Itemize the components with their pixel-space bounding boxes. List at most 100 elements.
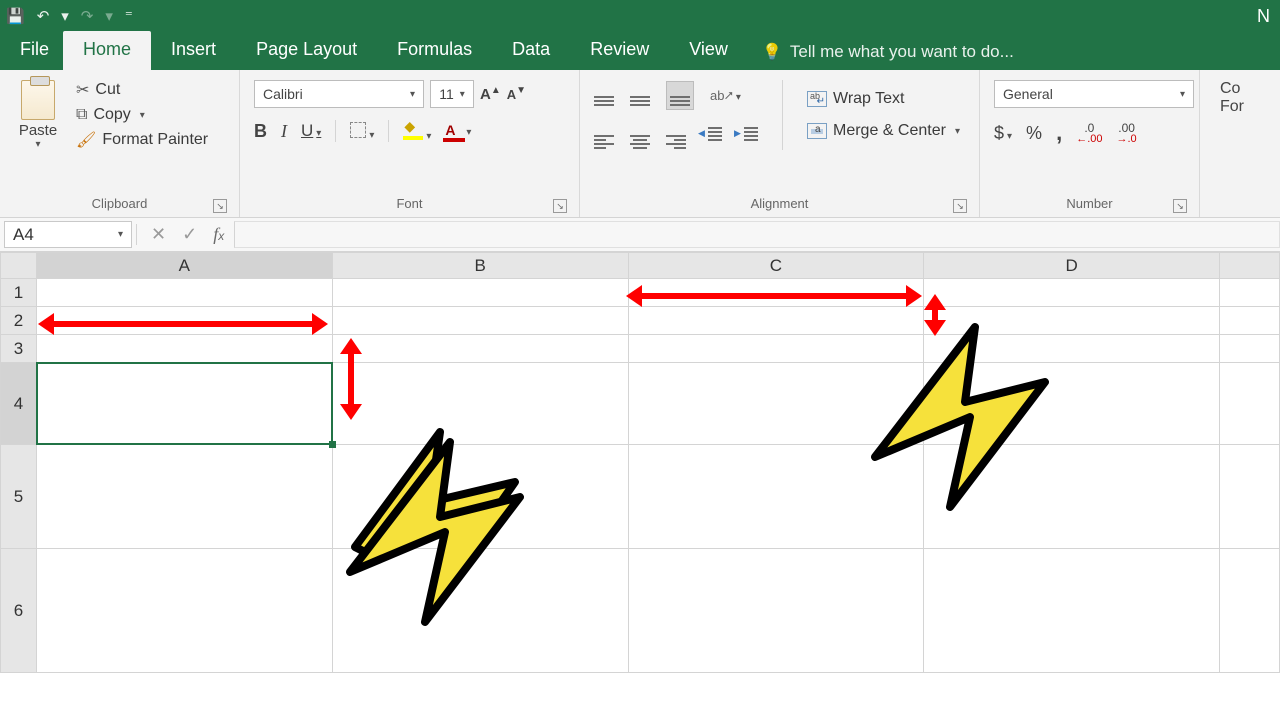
align-center-button[interactable] bbox=[630, 124, 650, 149]
column-header-d[interactable]: D bbox=[924, 253, 1220, 279]
percent-format-button[interactable]: % bbox=[1026, 123, 1042, 144]
clipboard-dialog-launcher-icon[interactable]: ↘ bbox=[213, 199, 227, 213]
tab-insert[interactable]: Insert bbox=[151, 31, 236, 70]
font-color-button[interactable]: A bbox=[445, 122, 471, 140]
name-box[interactable]: A4▾ bbox=[4, 221, 132, 248]
cell-c6[interactable] bbox=[628, 549, 924, 673]
formula-input[interactable] bbox=[234, 221, 1280, 248]
increase-font-size-button[interactable]: A▲ bbox=[480, 86, 501, 103]
borders-button[interactable] bbox=[350, 122, 374, 141]
format-painter-button[interactable]: 🖌Format Painter bbox=[76, 130, 208, 150]
align-right-button[interactable] bbox=[666, 124, 686, 149]
decrease-indent-icon bbox=[702, 127, 722, 143]
cell-c2[interactable] bbox=[628, 307, 924, 335]
customize-qat-icon[interactable]: ⁼ bbox=[125, 7, 133, 25]
tab-review[interactable]: Review bbox=[570, 31, 669, 70]
cell-a1[interactable] bbox=[36, 279, 332, 307]
alignment-dialog-launcher-icon[interactable]: ↘ bbox=[953, 199, 967, 213]
font-dialog-launcher-icon[interactable]: ↘ bbox=[553, 199, 567, 213]
row-header-3[interactable]: 3 bbox=[1, 335, 37, 363]
cancel-formula-icon[interactable]: ✕ bbox=[151, 224, 166, 245]
font-size-combo[interactable]: 11▾ bbox=[430, 80, 474, 108]
comma-format-button[interactable]: , bbox=[1056, 120, 1062, 146]
cell-b6[interactable] bbox=[332, 549, 628, 673]
underline-button[interactable]: U bbox=[301, 121, 321, 141]
cell-d2[interactable] bbox=[924, 307, 1220, 335]
fill-color-button[interactable] bbox=[403, 121, 431, 142]
cell-b3[interactable] bbox=[332, 335, 628, 363]
tab-home[interactable]: Home bbox=[63, 31, 151, 70]
align-bottom-button[interactable] bbox=[666, 81, 694, 110]
cell-a4[interactable] bbox=[36, 363, 332, 445]
row-header-2[interactable]: 2 bbox=[1, 307, 37, 335]
cell-b5[interactable] bbox=[332, 445, 628, 549]
paste-button[interactable]: Paste ▾ bbox=[14, 80, 62, 150]
column-header-b[interactable]: B bbox=[332, 253, 628, 279]
redo-icon[interactable]: ↷ bbox=[81, 7, 94, 25]
cell-d1[interactable] bbox=[924, 279, 1220, 307]
row-header-4[interactable]: 4 bbox=[1, 363, 37, 445]
number-format-combo[interactable]: General▾ bbox=[994, 80, 1194, 108]
ribbon-tabs: File Home Insert Page Layout Formulas Da… bbox=[0, 32, 1280, 70]
align-top-button[interactable] bbox=[594, 85, 614, 106]
cell-c1[interactable] bbox=[628, 279, 924, 307]
cell-a2[interactable] bbox=[36, 307, 332, 335]
tab-formulas[interactable]: Formulas bbox=[377, 31, 492, 70]
cell-a6[interactable] bbox=[36, 549, 332, 673]
font-name-combo[interactable]: Calibri▾ bbox=[254, 80, 424, 108]
paste-label: Paste bbox=[19, 122, 57, 139]
cell-b2[interactable] bbox=[332, 307, 628, 335]
wrap-text-button[interactable]: Wrap Text bbox=[807, 90, 960, 108]
tab-data[interactable]: Data bbox=[492, 31, 570, 70]
group-label-clipboard: Clipboard bbox=[92, 196, 148, 211]
column-header-e-partial[interactable] bbox=[1220, 253, 1280, 279]
fill-handle-icon[interactable] bbox=[329, 441, 336, 448]
tab-page-layout[interactable]: Page Layout bbox=[236, 31, 377, 70]
cell-b1[interactable] bbox=[332, 279, 628, 307]
tell-me-search[interactable]: 💡 Tell me what you want to do... bbox=[748, 34, 1028, 70]
cell-b4[interactable] bbox=[332, 363, 628, 445]
increase-indent-button[interactable] bbox=[738, 127, 758, 146]
merge-center-button[interactable]: Merge & Center bbox=[807, 122, 960, 140]
cell-a3[interactable] bbox=[36, 335, 332, 363]
cell-d5[interactable] bbox=[924, 445, 1220, 549]
insert-function-icon[interactable]: fx bbox=[213, 224, 224, 245]
enter-formula-icon[interactable]: ✓ bbox=[182, 224, 197, 245]
number-dialog-launcher-icon[interactable]: ↘ bbox=[1173, 199, 1187, 213]
cell-d3[interactable] bbox=[924, 335, 1220, 363]
cell-c5[interactable] bbox=[628, 445, 924, 549]
cell-c4[interactable] bbox=[628, 363, 924, 445]
row-header-6[interactable]: 6 bbox=[1, 549, 37, 673]
decrease-indent-button[interactable] bbox=[702, 127, 722, 146]
copy-button[interactable]: ⧉Copy bbox=[76, 106, 208, 124]
column-header-a[interactable]: A bbox=[36, 253, 332, 279]
column-header-c[interactable]: C bbox=[628, 253, 924, 279]
tab-view[interactable]: View bbox=[669, 31, 748, 70]
save-icon[interactable]: 💾 bbox=[6, 7, 25, 25]
tab-file[interactable]: File bbox=[6, 31, 63, 70]
ribbon: Paste ▾ ✂Cut ⧉Copy 🖌Format Painter Clipb… bbox=[0, 70, 1280, 218]
orientation-button[interactable]: ab⭧ bbox=[710, 87, 741, 104]
row-header-1[interactable]: 1 bbox=[1, 279, 37, 307]
row-header-5[interactable]: 5 bbox=[1, 445, 37, 549]
group-label-font: Font bbox=[396, 196, 422, 211]
cell-d4[interactable] bbox=[924, 363, 1220, 445]
italic-button[interactable]: I bbox=[281, 121, 287, 142]
worksheet-grid[interactable]: A B C D 1 2 3 4 5 6 bbox=[0, 252, 1280, 720]
font-color-icon: A bbox=[445, 122, 463, 140]
conditional-formatting-label-1: Co bbox=[1220, 80, 1244, 98]
align-top-icon bbox=[594, 96, 614, 106]
align-left-button[interactable] bbox=[594, 124, 614, 149]
decrease-font-size-button[interactable]: A▼ bbox=[507, 87, 526, 102]
accounting-format-button[interactable]: $ bbox=[994, 123, 1012, 144]
cell-d6[interactable] bbox=[924, 549, 1220, 673]
decrease-decimal-button[interactable]: .00→.0 bbox=[1116, 121, 1136, 145]
align-middle-button[interactable] bbox=[630, 85, 650, 106]
cut-button[interactable]: ✂Cut bbox=[76, 80, 208, 100]
cell-c3[interactable] bbox=[628, 335, 924, 363]
cell-a5[interactable] bbox=[36, 445, 332, 549]
select-all-corner[interactable] bbox=[1, 253, 37, 279]
increase-decimal-button[interactable]: .0←.00 bbox=[1076, 121, 1102, 145]
bold-button[interactable]: B bbox=[254, 121, 267, 142]
undo-icon[interactable]: ↶ bbox=[37, 7, 50, 25]
